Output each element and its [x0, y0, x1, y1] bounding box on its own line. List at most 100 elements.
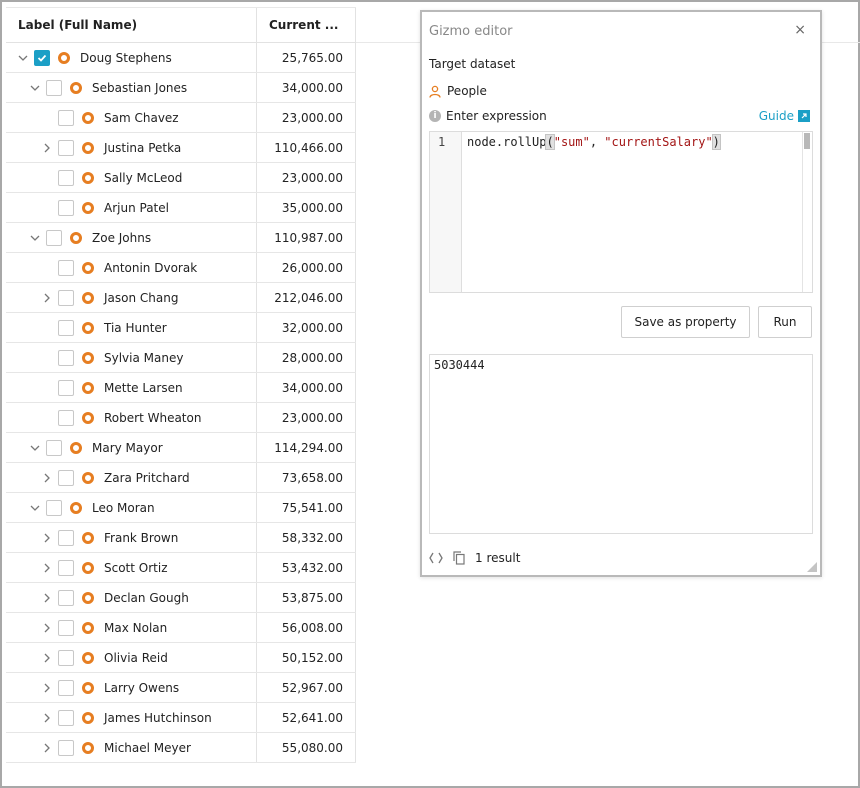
table-row[interactable]: Jason Chang 212,046.00 [6, 283, 356, 313]
chevron-down-icon[interactable] [28, 81, 42, 95]
column-header-label[interactable]: Label (Full Name) [6, 8, 256, 42]
table-row[interactable]: James Hutchinson 52,641.00 [6, 703, 356, 733]
expression-label: i Enter expression [429, 109, 547, 123]
row-checkbox[interactable] [58, 289, 74, 306]
chevron-right-icon[interactable] [40, 561, 54, 575]
row-checkbox[interactable] [58, 319, 74, 336]
row-checkbox[interactable] [58, 679, 74, 696]
table-row[interactable]: Max Nolan 56,008.00 [6, 613, 356, 643]
expression-code-editor[interactable]: 1 node.rollUp("sum", "currentSalary") [429, 131, 813, 293]
row-value: 73,658.00 [256, 463, 356, 492]
column-header-value[interactable]: Current ... [256, 8, 356, 42]
table-row[interactable]: Olivia Reid 50,152.00 [6, 643, 356, 673]
node-icon [82, 531, 94, 544]
row-checkbox[interactable] [46, 79, 62, 96]
row-value: 23,000.00 [256, 103, 356, 132]
chevron-down-icon[interactable] [28, 501, 42, 515]
chevron-down-icon[interactable] [16, 51, 30, 65]
row-checkbox[interactable] [58, 619, 74, 636]
row-label-cell: Michael Meyer [6, 733, 256, 762]
table-row[interactable]: Sam Chavez 23,000.00 [6, 103, 356, 133]
row-value: 52,641.00 [256, 703, 356, 732]
row-label-cell: Antonin Dvorak [6, 253, 256, 282]
table-row[interactable]: Mette Larsen 34,000.00 [6, 373, 356, 403]
chevron-right-icon[interactable] [40, 591, 54, 605]
table-row[interactable]: Tia Hunter 32,000.00 [6, 313, 356, 343]
table-row[interactable]: Larry Owens 52,967.00 [6, 673, 356, 703]
table-row[interactable]: Sebastian Jones 34,000.00 [6, 73, 356, 103]
resize-handle-icon[interactable] [807, 562, 817, 572]
row-checkbox[interactable] [58, 199, 74, 216]
code-scrollbar-thumb[interactable] [804, 133, 810, 149]
row-label-cell: Max Nolan [6, 613, 256, 642]
code-scrollbar[interactable] [802, 132, 812, 292]
row-label-cell: Arjun Patel [6, 193, 256, 222]
chevron-right-icon[interactable] [40, 141, 54, 155]
chevron-right-icon[interactable] [40, 711, 54, 725]
code-line[interactable]: node.rollUp("sum", "currentSalary") [467, 134, 721, 150]
chevron-right-icon[interactable] [40, 621, 54, 635]
dataset-selector[interactable]: People [429, 84, 487, 98]
chevron-right-icon[interactable] [40, 531, 54, 545]
row-label-cell: Zoe Johns [6, 223, 256, 252]
table-row[interactable]: Frank Brown 58,332.00 [6, 523, 356, 553]
row-checkbox[interactable] [58, 529, 74, 546]
row-value: 25,765.00 [256, 43, 356, 72]
table-row[interactable]: Scott Ortiz 53,432.00 [6, 553, 356, 583]
chevron-right-icon[interactable] [40, 681, 54, 695]
row-checkbox[interactable] [34, 49, 50, 66]
close-icon[interactable]: × [794, 22, 806, 38]
table-row[interactable]: Sally McLeod 23,000.00 [6, 163, 356, 193]
table-row[interactable]: Zoe Johns 110,987.00 [6, 223, 356, 253]
table-row[interactable]: Michael Meyer 55,080.00 [6, 733, 356, 763]
code-open-paren: ( [545, 134, 555, 150]
row-checkbox[interactable] [58, 559, 74, 576]
row-checkbox[interactable] [58, 469, 74, 486]
chevron-placeholder [40, 201, 54, 215]
table-row[interactable]: Leo Moran 75,541.00 [6, 493, 356, 523]
row-checkbox[interactable] [58, 349, 74, 366]
run-button[interactable]: Run [758, 306, 812, 338]
row-label-cell: Robert Wheaton [6, 403, 256, 432]
table-row[interactable]: Arjun Patel 35,000.00 [6, 193, 356, 223]
chevron-down-icon[interactable] [28, 441, 42, 455]
chevron-right-icon[interactable] [40, 471, 54, 485]
editor-title: Gizmo editor [429, 24, 513, 39]
row-name: Scott Ortiz [104, 560, 168, 575]
chevron-right-icon[interactable] [40, 741, 54, 755]
copy-icon[interactable] [453, 551, 465, 565]
chevron-right-icon[interactable] [40, 651, 54, 665]
info-icon[interactable]: i [429, 110, 441, 122]
chevron-right-icon[interactable] [40, 291, 54, 305]
guide-label: Guide [758, 109, 794, 123]
table-row[interactable]: Justina Petka 110,466.00 [6, 133, 356, 163]
table-row[interactable]: Robert Wheaton 23,000.00 [6, 403, 356, 433]
row-checkbox[interactable] [58, 709, 74, 726]
row-checkbox[interactable] [46, 439, 62, 456]
row-checkbox[interactable] [46, 499, 62, 516]
editor-footer: 1 result [429, 551, 520, 565]
row-checkbox[interactable] [46, 229, 62, 246]
table-row[interactable]: Zara Pritchard 73,658.00 [6, 463, 356, 493]
row-checkbox[interactable] [58, 739, 74, 756]
table-row[interactable]: Mary Mayor 114,294.00 [6, 433, 356, 463]
table-row[interactable]: Antonin Dvorak 26,000.00 [6, 253, 356, 283]
code-function: node.rollUp [467, 135, 547, 149]
node-icon [82, 171, 94, 184]
code-braces-icon[interactable] [429, 552, 443, 564]
row-checkbox[interactable] [58, 109, 74, 126]
row-checkbox[interactable] [58, 259, 74, 276]
row-checkbox[interactable] [58, 409, 74, 426]
guide-link[interactable]: Guide [759, 109, 810, 123]
table-row[interactable]: Declan Gough 53,875.00 [6, 583, 356, 613]
row-name: Sam Chavez [104, 110, 179, 125]
row-checkbox[interactable] [58, 139, 74, 156]
row-checkbox[interactable] [58, 169, 74, 186]
row-checkbox[interactable] [58, 589, 74, 606]
save-as-property-button[interactable]: Save as property [621, 306, 750, 338]
row-checkbox[interactable] [58, 379, 74, 396]
row-checkbox[interactable] [58, 649, 74, 666]
table-row[interactable]: Sylvia Maney 28,000.00 [6, 343, 356, 373]
table-row[interactable]: Doug Stephens 25,765.00 [6, 43, 356, 73]
chevron-down-icon[interactable] [28, 231, 42, 245]
